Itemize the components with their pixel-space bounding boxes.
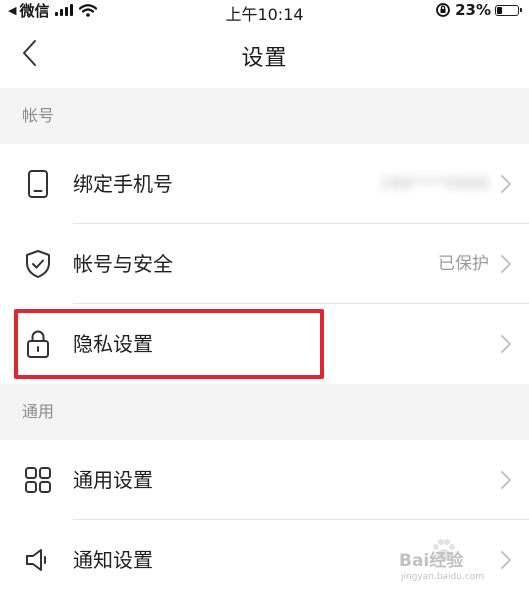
row-label: 绑定手机号 xyxy=(73,172,173,196)
navigation-bar: 设置 xyxy=(0,22,529,88)
chevron-right-icon xyxy=(501,551,511,569)
security-status: 已保护 xyxy=(438,254,489,274)
battery-level-fill xyxy=(497,6,503,14)
settings-row-notifications[interactable]: 通知设置 xyxy=(0,520,529,600)
back-button[interactable] xyxy=(12,36,46,70)
settings-row-privacy[interactable]: 隐私设置 xyxy=(0,304,529,384)
shield-check-icon xyxy=(22,248,54,280)
settings-row-general[interactable]: 通用设置 xyxy=(0,440,529,520)
status-bar-right: 23% xyxy=(435,1,522,19)
settings-row-bind-phone[interactable]: 绑定手机号 188****0888 xyxy=(0,144,529,224)
section-header-general: 通用 xyxy=(0,384,529,440)
settings-row-account-security[interactable]: 帐号与安全 已保护 xyxy=(0,224,529,304)
chevron-right-icon xyxy=(501,255,511,273)
chevron-right-icon xyxy=(501,471,511,489)
chevron-right-icon xyxy=(501,175,511,193)
battery-percent: 23% xyxy=(455,1,491,19)
orientation-lock-icon xyxy=(436,3,450,17)
grid-icon xyxy=(22,464,54,496)
row-label: 隐私设置 xyxy=(73,332,153,356)
section-header-account: 帐号 xyxy=(0,88,529,144)
page-title: 设置 xyxy=(241,46,288,71)
status-bar: ◀ 微信 上午10:14 23% xyxy=(0,0,529,24)
phone-icon xyxy=(22,168,54,200)
bound-phone-number: 188****0888 xyxy=(379,174,489,194)
row-label: 通知设置 xyxy=(73,548,153,572)
row-label: 通用设置 xyxy=(73,468,153,492)
chevron-right-icon xyxy=(501,335,511,353)
battery-icon xyxy=(495,4,522,16)
chevron-left-icon xyxy=(23,40,36,66)
speaker-icon xyxy=(22,544,54,576)
row-label: 帐号与安全 xyxy=(73,252,173,276)
lock-icon xyxy=(22,328,54,360)
